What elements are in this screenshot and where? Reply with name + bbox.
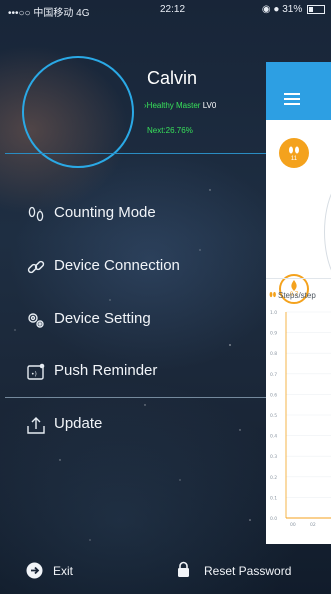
exit-button[interactable]: Exit — [26, 561, 96, 581]
lock-rotation-icon: ● — [273, 4, 280, 15]
level-badge: ›Healthy Master LV0 — [144, 101, 216, 110]
reset-password-label: Reset Password — [204, 564, 292, 578]
menu-item-label: Device Connection — [54, 257, 180, 274]
x-tick-label: 00 — [290, 522, 296, 528]
menu-item-label: Counting Mode — [54, 204, 156, 221]
y-tick-label: 0.3 — [270, 454, 277, 460]
reset-password-button[interactable]: Reset Password — [176, 561, 316, 581]
x-tick-label: 02 — [310, 522, 316, 528]
carrier-signal: •••○○ 中国移动 4G — [8, 8, 90, 19]
status-bar: •••○○ 中国移动 4G 22:12 ◉ ● 31% — [0, 0, 331, 20]
y-tick-label: 0.8 — [270, 351, 277, 357]
battery-percent: 31% — [282, 4, 303, 15]
menu-item-update[interactable]: Update — [26, 413, 146, 437]
footprints-icon — [269, 291, 276, 298]
steps-gauge-ring — [324, 172, 331, 292]
svg-text:•): •) — [31, 371, 37, 378]
chart-title: Steps/step — [278, 291, 316, 300]
y-tick-label: 0.7 — [270, 372, 277, 378]
menu-item-label: Update — [54, 415, 103, 432]
menu-item-device-connection[interactable]: Device Connection — [26, 255, 226, 279]
upload-icon — [27, 417, 45, 434]
y-tick-label: 0.9 — [270, 331, 277, 337]
lock-icon — [178, 561, 189, 577]
y-tick-label: 0.1 — [270, 495, 277, 501]
y-tick-label: 1.0 — [270, 310, 277, 316]
main-panel-preview[interactable]: 11 0.7 Steps/step 1.0 0.9 0.8 0.7 0.6 0.5 0.4 0… — [266, 62, 331, 544]
main-header-bar — [266, 62, 331, 120]
steps-summary-badge: 11 — [279, 138, 309, 168]
y-tick-label: 0.6 — [270, 392, 277, 398]
menu-item-counting-mode[interactable]: Counting Mode — [26, 202, 196, 226]
avatar[interactable] — [22, 56, 134, 168]
level-title: ›Healthy Master — [144, 101, 201, 110]
menu-item-label: Device Setting — [54, 310, 151, 327]
y-tick-label: 0.0 — [270, 516, 277, 522]
battery-icon — [307, 4, 325, 14]
next-level-progress: Next:26.76% — [147, 126, 193, 135]
menu-item-label: Push Reminder — [54, 362, 158, 379]
menu-divider — [5, 397, 267, 398]
reminder-icon: •) — [27, 363, 45, 380]
exit-icon — [26, 562, 43, 579]
y-tick-label: 0.2 — [270, 475, 277, 481]
y-tick-label: 0.5 — [270, 413, 277, 419]
steps-value: 11 — [290, 156, 298, 162]
status-battery: ◉ ● 31% — [262, 4, 325, 15]
menu-item-push-reminder[interactable]: •) Push Reminder — [26, 360, 196, 384]
panel-divider — [266, 278, 331, 279]
alarm-icon: ◉ — [261, 4, 271, 15]
menu-item-device-setting[interactable]: Device Setting — [26, 308, 196, 332]
menu-toggle-icon[interactable] — [284, 93, 300, 105]
user-name: Calvin — [147, 68, 198, 88]
level-code: LV0 — [202, 101, 217, 110]
footprints-icon — [28, 206, 44, 222]
status-time: 22:12 — [160, 4, 186, 15]
gears-icon — [28, 313, 44, 328]
exit-label: Exit — [53, 564, 74, 578]
y-tick-label: 0.4 — [270, 434, 277, 440]
steps-chart: 1.0 0.9 0.8 0.7 0.6 0.5 0.4 0.3 0.2 0.1 0.0 00 02 — [270, 310, 331, 528]
link-icon — [27, 260, 45, 274]
